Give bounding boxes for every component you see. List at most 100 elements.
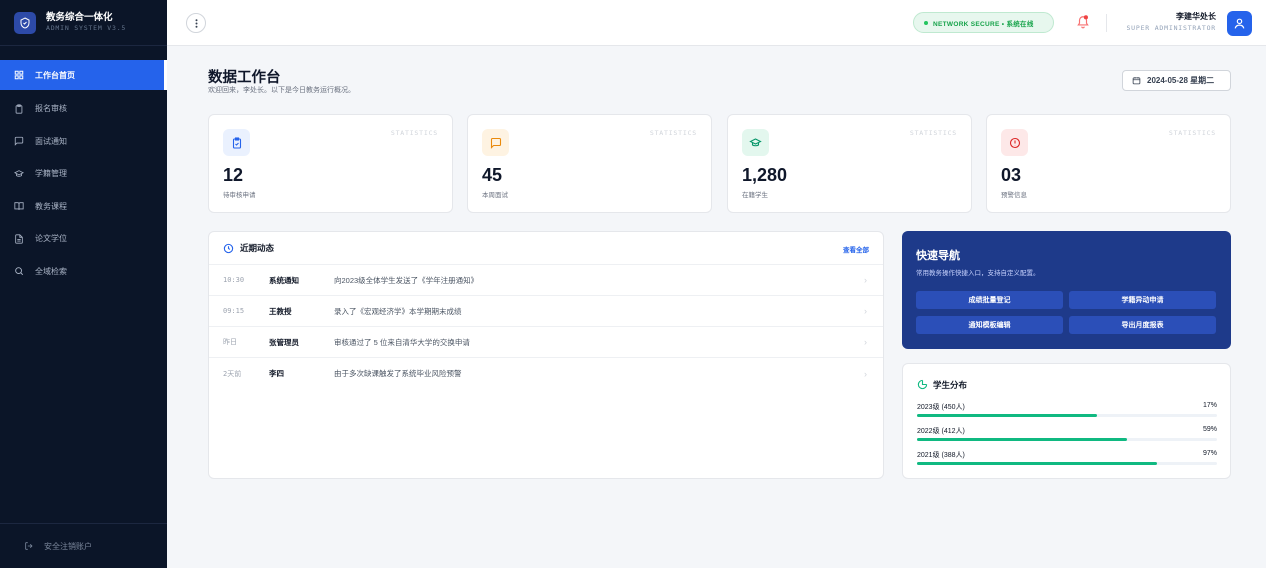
view-all-link[interactable]: 查看全部 (843, 244, 869, 254)
graduation-cap-icon (14, 169, 24, 179)
distribution-label: 2023级 (450人) (917, 404, 965, 411)
quick-button-grade-entry[interactable]: 成绩批量登记 (916, 291, 1063, 309)
distribution-percent: 17% (1202, 402, 1217, 409)
activity-message: 审核通过了 5 位来自清华大学的交换申请 (334, 337, 470, 347)
chevron-right-icon: › (864, 368, 867, 379)
clipboard-icon (14, 104, 24, 114)
stat-value: 03 (1001, 165, 1022, 185)
alert-icon (1001, 129, 1028, 156)
activity-row[interactable]: 2天前 李四 由于多次缺课触发了系统毕业风险预警 › (209, 358, 883, 389)
chat-icon (482, 129, 509, 156)
activity-row[interactable]: 09:15 王教授 录入了《宏观经济学》本学期期末成绩 › (209, 296, 883, 327)
sidebar-item-dashboard[interactable]: 工作台首页 (0, 60, 167, 90)
logout-label: 安全注销账户 (44, 541, 92, 551)
quick-button-export-report[interactable]: 导出月度报表 (1069, 316, 1216, 334)
user-name: 李建华处长 (1176, 12, 1216, 21)
sidebar-item-label: 工作台首页 (35, 70, 75, 80)
quick-button-status-change[interactable]: 学籍异动申请 (1069, 291, 1216, 309)
sidebar-item-thesis[interactable]: 论文学位 (0, 223, 167, 256)
stat-value: 1,280 (742, 165, 788, 185)
activity-time: 10:30 (223, 276, 245, 284)
pie-chart-icon (917, 379, 928, 390)
sidebar-nav: 工作台首页 报名审核 面试通知 学籍管理 教务课程 论文学位 全域检索 (0, 60, 167, 288)
activity-message: 录入了《宏观经济学》本学期期末成绩 (334, 306, 462, 316)
progress-fill (917, 414, 1097, 417)
logout-button[interactable]: 安全注销账户 (0, 523, 167, 568)
date-text: 2024-05-28 星期二 (1147, 76, 1215, 85)
progress-fill (917, 438, 1127, 441)
progress-track (917, 462, 1217, 465)
clipboard-check-icon (223, 129, 250, 156)
user-icon (1234, 18, 1245, 29)
sidebar-item-registration[interactable]: 报名审核 (0, 93, 167, 126)
activity-row[interactable]: 10:30 系统通知 向2023级全体学生发送了《学年注册通知》 › (209, 265, 883, 296)
stat-tag: STATISTICS (649, 129, 697, 137)
activity-actor: 张管理员 (269, 337, 299, 347)
sidebar-item-label: 面试通知 (35, 136, 67, 146)
network-status-badge: NETWORK SECURE • 系统在线 (913, 12, 1054, 33)
stat-tag: STATISTICS (1168, 129, 1216, 137)
activity-actor: 王教授 (269, 306, 292, 316)
stat-card-pending[interactable]: STATISTICS 12 待审核申请 (208, 114, 453, 213)
stat-label: 预警信息 (1001, 192, 1027, 199)
activity-row[interactable]: 昨日 张管理员 审核通过了 5 位来自清华大学的交换申请 › (209, 327, 883, 358)
stat-card-interviews[interactable]: STATISTICS 45 本周面试 (467, 114, 712, 213)
page-title: 数据工作台 (208, 70, 281, 86)
distribution-title: 学生分布 (933, 380, 968, 390)
avatar[interactable] (1227, 11, 1252, 36)
distribution-label: 2022级 (412人) (917, 428, 965, 435)
sidebar-item-search[interactable]: 全域检索 (0, 255, 167, 288)
quick-nav-title: 快速导航 (916, 250, 960, 262)
quick-nav-subtitle: 常用教务操作快捷入口，支持自定义配置。 (916, 270, 1040, 277)
stat-tag: STATISTICS (909, 129, 957, 137)
sidebar-item-label: 教务课程 (35, 201, 67, 211)
activity-header: 近期动态 查看全部 (209, 232, 883, 265)
activity-panel: 近期动态 查看全部 10:30 系统通知 向2023级全体学生发送了《学年注册通… (208, 231, 884, 479)
network-status-text: NETWORK SECURE • 系统在线 (933, 20, 1034, 28)
status-dot (924, 20, 928, 25)
more-menu-button[interactable] (186, 13, 206, 33)
message-icon (14, 136, 24, 147)
distribution-percent: 97% (1202, 450, 1217, 457)
sidebar-item-student-records[interactable]: 学籍管理 (0, 158, 167, 191)
document-icon (14, 234, 24, 244)
activity-time: 昨日 (223, 338, 237, 346)
book-icon (14, 201, 24, 211)
stat-card-students[interactable]: STATISTICS 1,280 在籍学生 (727, 114, 972, 213)
search-icon (14, 266, 24, 276)
user-role: SUPER ADMINISTRATOR (1126, 24, 1216, 32)
divider (1106, 14, 1107, 32)
chevron-right-icon: › (864, 306, 867, 316)
activity-time: 09:15 (223, 307, 245, 315)
sidebar-item-label: 全域检索 (35, 266, 67, 276)
stat-card-alerts[interactable]: STATISTICS 03 预警信息 (986, 114, 1231, 213)
date-picker-button[interactable]: 2024-05-28 星期二 (1122, 70, 1231, 91)
calendar-icon (1132, 76, 1141, 85)
activity-title: 近期动态 (240, 243, 275, 253)
notification-button[interactable] (1076, 14, 1090, 30)
brand: 教务综合一体化 ADMIN SYSTEM V3.5 (0, 0, 167, 46)
bell-icon (1077, 15, 1089, 29)
activity-message: 向2023级全体学生发送了《学年注册通知》 (334, 275, 479, 285)
activity-message: 由于多次缺课触发了系统毕业风险预警 (334, 369, 462, 378)
sidebar-item-label: 学籍管理 (35, 169, 67, 179)
progress-fill (917, 462, 1157, 465)
activity-time: 2天前 (223, 369, 242, 378)
chevron-right-icon: › (864, 337, 867, 347)
clock-icon (223, 243, 234, 254)
stat-label: 本周面试 (482, 192, 508, 199)
graduation-cap-icon (742, 129, 769, 156)
page-subtitle: 欢迎回来，李处长。以下是今日教务运行概况。 (208, 87, 355, 94)
chevron-right-icon: › (864, 275, 867, 285)
more-vertical-icon (195, 18, 197, 28)
sidebar-item-label: 论文学位 (35, 234, 67, 244)
sidebar-item-courses[interactable]: 教务课程 (0, 190, 167, 223)
quick-nav-panel: 快速导航 常用教务操作快捷入口，支持自定义配置。 成绩批量登记 学籍异动申请 通… (902, 231, 1231, 349)
sidebar: 教务综合一体化 ADMIN SYSTEM V3.5 工作台首页 报名审核 面试通… (0, 0, 167, 568)
distribution-panel: 学生分布 2023级 (450人) 17% 2022级 (412人) 59% 2… (902, 363, 1231, 479)
dashboard-icon (14, 70, 24, 80)
sidebar-item-interview[interactable]: 面试通知 (0, 125, 167, 158)
stat-label: 待审核申请 (223, 192, 256, 199)
app-title: 教务综合一体化 (46, 12, 113, 23)
quick-button-template-edit[interactable]: 通知模板编辑 (916, 316, 1063, 334)
